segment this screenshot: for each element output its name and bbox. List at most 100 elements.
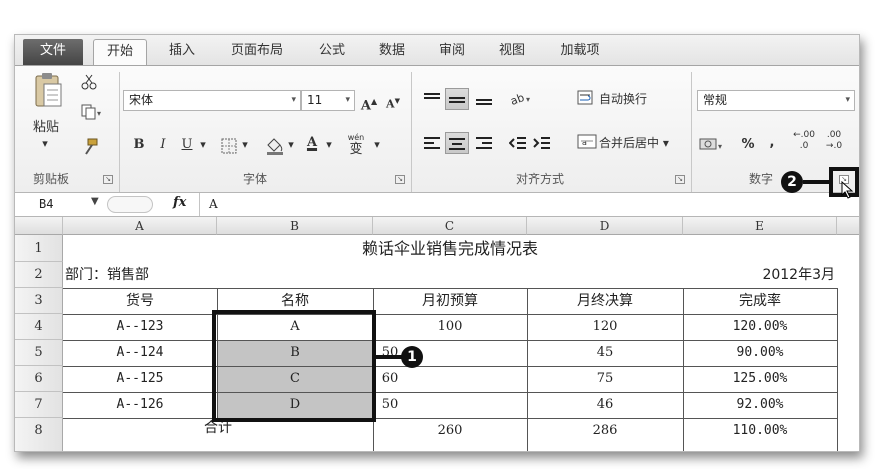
table-cell[interactable]: 120 [527, 314, 683, 340]
table-cell[interactable]: 75 [527, 366, 683, 392]
svg-text:a: a [582, 138, 587, 147]
row-header-8[interactable]: 8 [15, 418, 63, 451]
insert-function-button[interactable]: fx [173, 195, 186, 210]
row-header-1[interactable]: 1 [15, 235, 63, 262]
chevron-down-icon[interactable]: ▼ [91, 196, 99, 207]
wrap-text-button[interactable]: 自动换行 [599, 88, 659, 110]
name-box[interactable]: B4 [17, 195, 89, 214]
percent-button[interactable]: % [739, 134, 757, 156]
comma-style-button[interactable]: , [765, 132, 779, 154]
tab-insert[interactable]: 插入 [157, 39, 207, 65]
table-cell[interactable]: 50 [373, 340, 527, 366]
row-header-3[interactable]: 3 [15, 288, 63, 314]
chevron-down-icon[interactable]: ▾ [323, 134, 335, 156]
align-top-icon[interactable] [423, 92, 441, 106]
grow-font-button[interactable]: A▲ [359, 90, 379, 113]
row-header-4[interactable]: 4 [15, 314, 63, 340]
align-middle-button[interactable] [445, 88, 469, 110]
table-cell[interactable]: 100 [373, 314, 527, 340]
decrease-indent-icon[interactable] [509, 136, 527, 150]
chevron-down-icon[interactable]: ▾ [371, 134, 383, 156]
font-color-button[interactable]: A [301, 132, 323, 154]
underline-button[interactable]: U [177, 134, 197, 156]
sheet-title[interactable]: 赖话伞业销售完成情况表 [63, 235, 837, 262]
row-header-2[interactable]: 2 [15, 262, 63, 288]
table-cell[interactable]: A--126 [63, 392, 217, 418]
selection-annotation-box [212, 310, 376, 422]
column-header-b[interactable]: B [217, 217, 373, 235]
table-cell[interactable]: A--125 [63, 366, 217, 392]
department-cell[interactable]: 部门：销售部 [65, 262, 149, 288]
table-cell[interactable]: A--124 [63, 340, 217, 366]
formula-input[interactable]: A [209, 195, 218, 214]
paste-button[interactable]: 粘贴 [27, 118, 65, 138]
table-cell[interactable]: 46 [527, 392, 683, 418]
column-header-f[interactable] [837, 217, 859, 235]
tab-file[interactable]: 文件 [23, 39, 83, 65]
tab-home[interactable]: 开始 [93, 39, 147, 66]
tab-page-layout[interactable]: 页面布局 [217, 39, 297, 65]
table-cell[interactable]: 92.00% [683, 392, 837, 418]
decrease-decimal-button[interactable]: .00 →.0 [821, 130, 847, 156]
row-header-6[interactable]: 6 [15, 366, 63, 392]
tab-review[interactable]: 审阅 [427, 39, 477, 65]
total-rate-cell[interactable]: 110.00% [683, 418, 837, 444]
font-size-combo[interactable]: 11 ▾ [301, 90, 355, 111]
clipboard-dialog-launcher[interactable]: ↘ [103, 175, 113, 184]
copy-icon[interactable]: ▾ [81, 104, 103, 120]
tab-data[interactable]: 数据 [367, 39, 417, 65]
row-header-5[interactable]: 5 [15, 340, 63, 366]
number-format-combo[interactable]: 常规 ▾ [697, 90, 855, 111]
tab-view[interactable]: 视图 [487, 39, 537, 65]
tab-addins[interactable]: 加载项 [547, 39, 613, 65]
merge-center-button[interactable]: 合并后居中 ▾ [599, 132, 685, 154]
align-left-icon[interactable] [423, 136, 441, 150]
tab-formulas[interactable]: 公式 [307, 39, 357, 65]
text-orientation-icon[interactable]: ab ▾ [509, 90, 533, 106]
table-cell[interactable]: A--123 [63, 314, 217, 340]
cut-icon[interactable] [81, 74, 97, 90]
table-cell[interactable]: 90.00% [683, 340, 837, 366]
fill-color-icon[interactable] [265, 136, 287, 156]
table-cell[interactable]: 45 [527, 340, 683, 366]
borders-icon[interactable] [221, 138, 239, 154]
align-right-icon[interactable] [475, 136, 493, 150]
align-center-button[interactable] [445, 132, 469, 154]
column-header-a[interactable]: A [63, 217, 217, 235]
table-cell[interactable]: 120.00% [683, 314, 837, 340]
header-cell[interactable]: 货号 [63, 288, 217, 314]
worksheet-grid: A B C D E 1 2 3 4 5 6 7 8 赖话伞业销售完成情况表 部门… [15, 217, 859, 451]
phonetic-guide-button[interactable]: wén 变 [341, 132, 371, 158]
header-cell[interactable]: 完成率 [683, 288, 837, 314]
header-cell[interactable]: 月初预算 [373, 288, 527, 314]
table-cell[interactable]: 125.00% [683, 366, 837, 392]
total-final-cell[interactable]: 286 [527, 418, 683, 444]
bold-button[interactable]: B [129, 134, 149, 156]
table-cell[interactable]: 50 [373, 392, 527, 418]
font-dialog-launcher[interactable]: ↘ [395, 175, 405, 184]
total-budget-cell[interactable]: 260 [373, 418, 527, 444]
paste-icon[interactable] [33, 72, 63, 110]
alignment-dialog-launcher[interactable]: ↘ [675, 175, 685, 184]
column-header-e[interactable]: E [683, 217, 837, 235]
chevron-down-icon[interactable]: ▾ [197, 134, 209, 156]
header-cell[interactable]: 月终决算 [527, 288, 683, 314]
font-name-combo[interactable]: 宋体 ▾ [123, 90, 301, 111]
currency-icon[interactable]: ▾ [699, 136, 727, 154]
format-painter-icon[interactable] [81, 138, 99, 156]
table-cell[interactable]: 60 [373, 366, 527, 392]
increase-decimal-button[interactable]: ←.00.0 [791, 130, 817, 156]
chevron-down-icon[interactable]: ▾ [239, 134, 251, 156]
row-header-7[interactable]: 7 [15, 392, 63, 418]
date-cell[interactable]: 2012年3月 [687, 262, 835, 288]
chevron-down-icon[interactable]: ▾ [285, 134, 297, 156]
align-bottom-icon[interactable] [475, 92, 493, 106]
italic-button[interactable]: I [153, 134, 173, 156]
paste-dropdown-icon[interactable]: ▾ [35, 136, 55, 152]
increase-indent-icon[interactable] [533, 136, 551, 150]
column-header-d[interactable]: D [527, 217, 683, 235]
column-header-c[interactable]: C [373, 217, 527, 235]
shrink-font-button[interactable]: A▼ [383, 90, 403, 112]
formula-bar-splitter[interactable] [107, 196, 153, 213]
select-all-corner[interactable] [15, 217, 63, 235]
